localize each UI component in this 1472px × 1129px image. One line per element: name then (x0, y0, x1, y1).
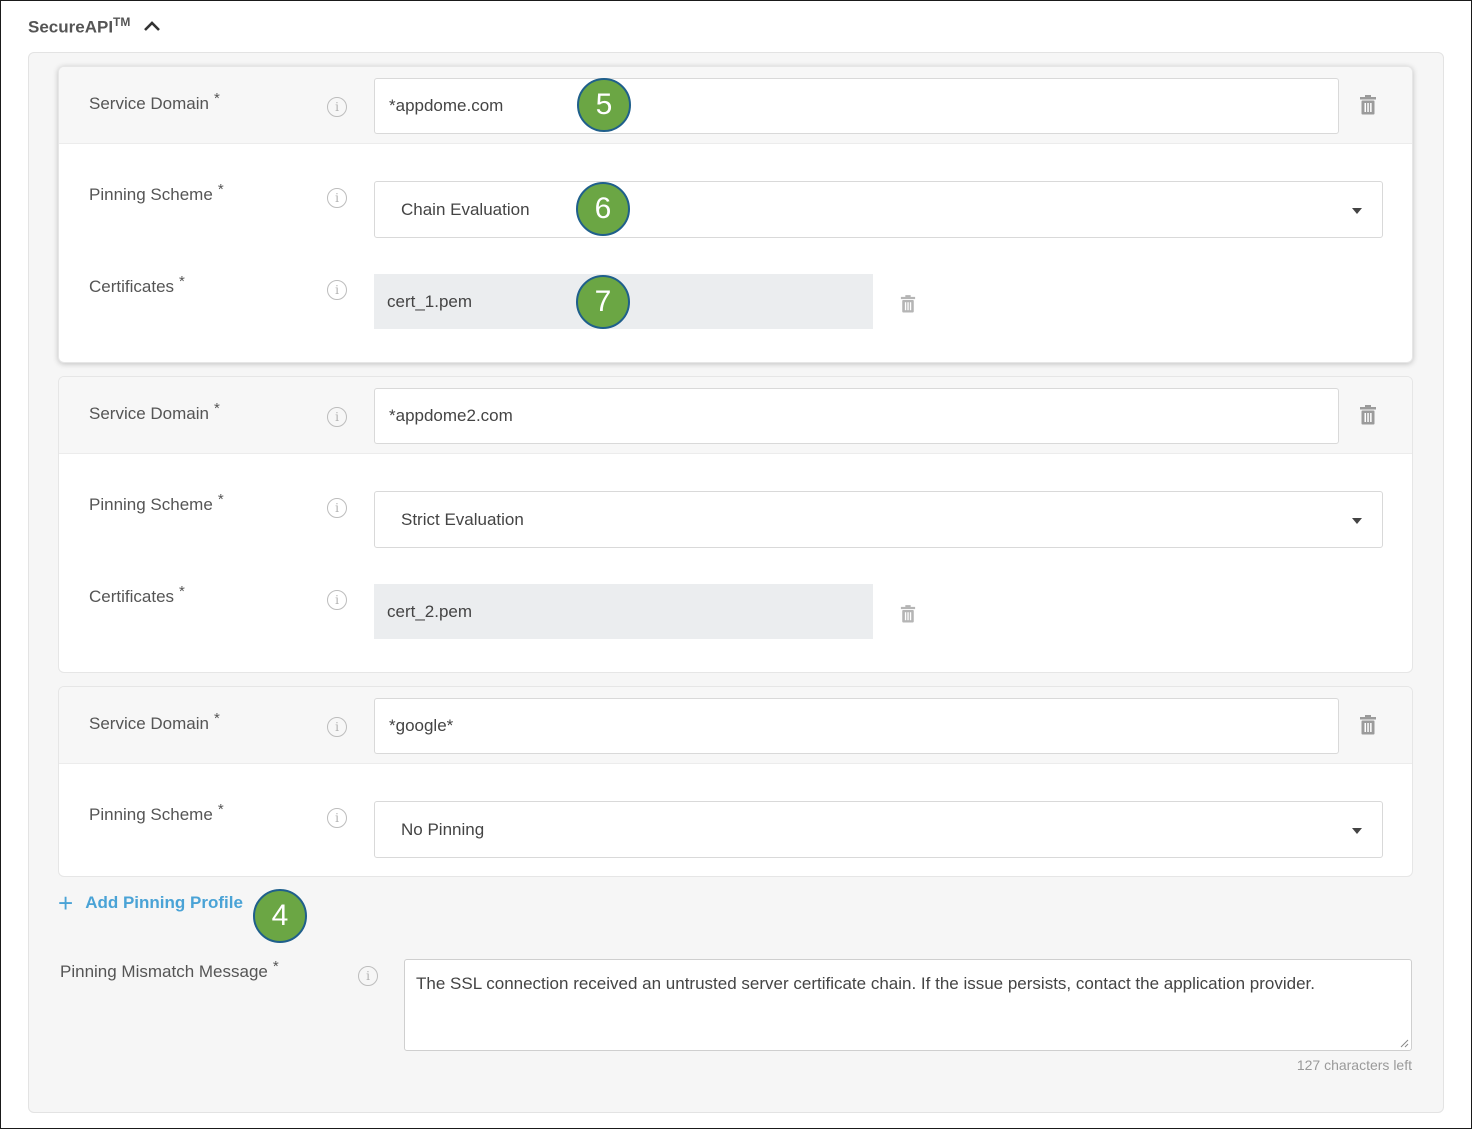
chevron-up-icon[interactable] (142, 16, 162, 36)
pinning-mismatch-textarea[interactable]: The SSL connection received an untrusted… (404, 959, 1412, 1051)
delete-profile-icon[interactable] (1359, 95, 1377, 115)
plus-icon: + (58, 888, 74, 918)
add-pinning-profile-link[interactable]: + Add Pinning Profile (58, 888, 243, 918)
callout-badge: 5 (577, 78, 631, 132)
delete-profile-icon[interactable] (1359, 715, 1377, 735)
pinning-scheme-label: Pinning Scheme * (89, 181, 224, 204)
callout-badge: 6 (576, 182, 630, 236)
info-icon[interactable]: i (327, 97, 347, 117)
delete-certificate-icon[interactable] (900, 605, 918, 625)
add-pinning-profile-label: Add Pinning Profile (85, 893, 243, 912)
resize-handle-icon[interactable] (1399, 1038, 1409, 1048)
info-icon[interactable]: i (327, 280, 347, 300)
caret-down-icon (1352, 827, 1362, 834)
service-domain-label: Service Domain * (89, 90, 220, 113)
pinning-profile-card: Service Domain * i *appdome.com Pinning S… (58, 66, 1413, 363)
certificates-label: Certificates * (89, 583, 185, 606)
certificate-file: cert_2.pem (374, 584, 873, 639)
pinning-scheme-label: Pinning Scheme * (89, 801, 224, 824)
info-icon[interactable]: i (327, 808, 347, 828)
service-domain-label: Service Domain * (89, 710, 220, 733)
section-title: SecureAPITM (28, 14, 131, 37)
pinning-scheme-select[interactable]: Strict Evaluation (374, 491, 1383, 548)
caret-down-icon (1352, 207, 1362, 214)
pinning-scheme-label: Pinning Scheme * (89, 491, 224, 514)
pinning-scheme-select[interactable]: Chain Evaluation (374, 181, 1383, 238)
service-domain-label: Service Domain * (89, 400, 220, 423)
info-icon[interactable]: i (358, 966, 378, 986)
pinning-scheme-select[interactable]: No Pinning (374, 801, 1383, 858)
certificates-label: Certificates * (89, 273, 185, 296)
info-icon[interactable]: i (327, 407, 347, 427)
pinning-profile-card: Service Domain * i *google* Pinning Schem… (58, 686, 1413, 877)
section-header: SecureAPITM (28, 12, 162, 40)
delete-certificate-icon[interactable] (900, 295, 918, 315)
callout-badge: 4 (253, 889, 307, 943)
caret-down-icon (1352, 517, 1362, 524)
delete-profile-icon[interactable] (1359, 405, 1377, 425)
service-domain-input[interactable]: *appdome2.com (374, 388, 1339, 444)
character-counter: 127 characters left (1296, 1057, 1412, 1073)
pinning-profile-card: Service Domain * i *appdome2.com Pinning … (58, 376, 1413, 673)
info-icon[interactable]: i (327, 717, 347, 737)
info-icon[interactable]: i (327, 498, 347, 518)
info-icon[interactable]: i (327, 590, 347, 610)
service-domain-input[interactable]: *google* (374, 698, 1339, 754)
service-domain-input[interactable]: *appdome.com (374, 78, 1339, 134)
info-icon[interactable]: i (327, 188, 347, 208)
callout-badge: 7 (576, 275, 630, 329)
pinning-mismatch-label: Pinning Mismatch Message * (60, 958, 279, 981)
